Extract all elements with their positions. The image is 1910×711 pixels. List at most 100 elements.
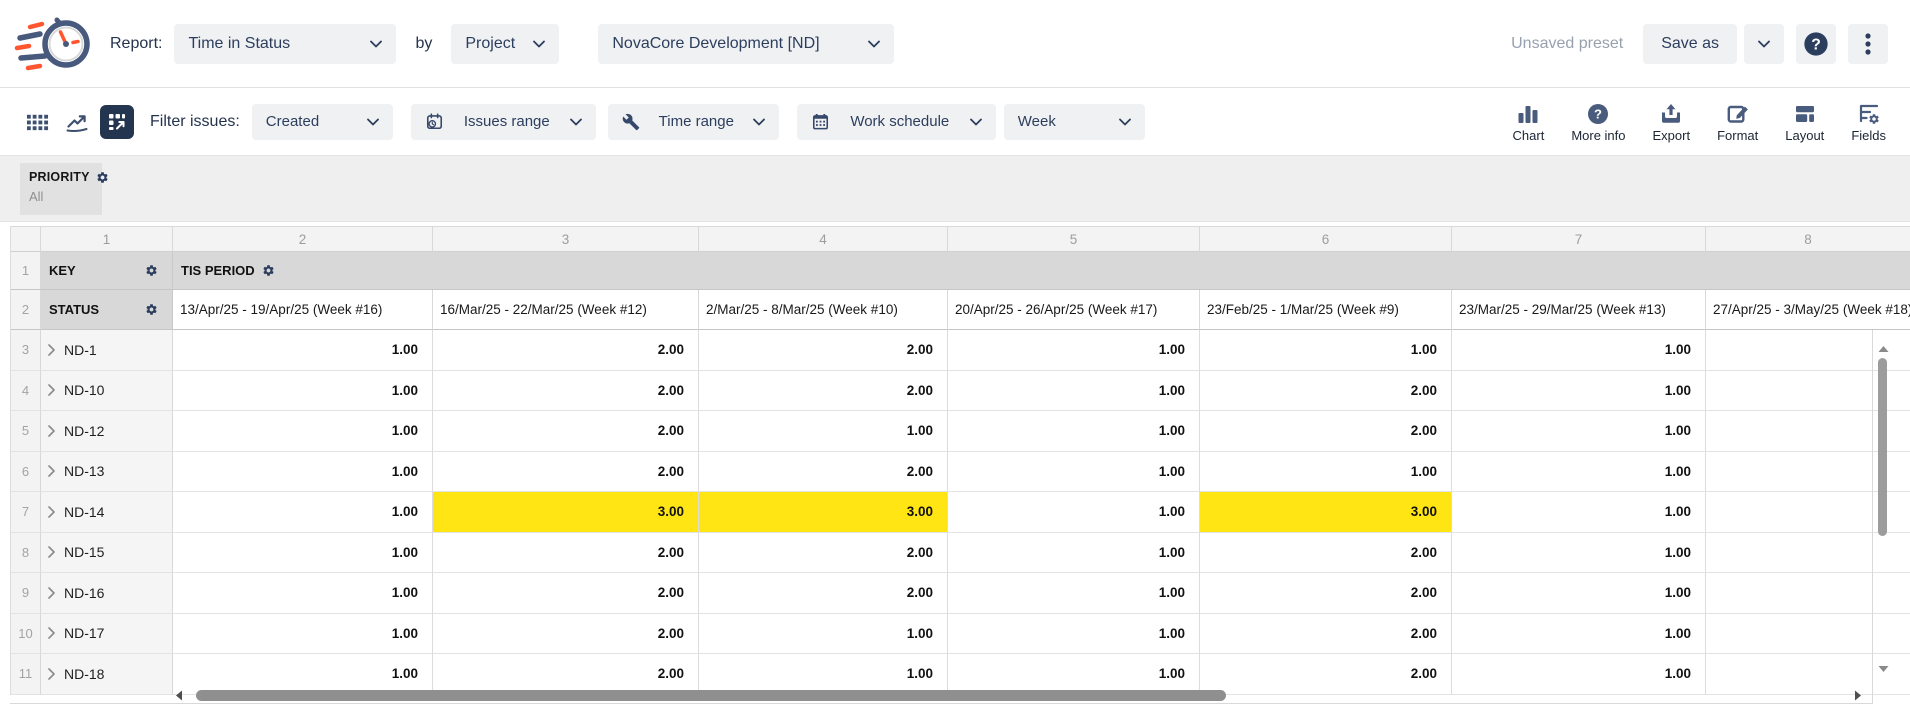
action-format[interactable]: Format (1717, 101, 1758, 143)
value-cell[interactable]: 2.00 (1200, 371, 1452, 412)
time-range-button[interactable]: Time range (608, 104, 779, 140)
value-cell[interactable]: 1.00 (1452, 330, 1706, 371)
value-cell[interactable]: 1.00 (1452, 573, 1706, 614)
issue-key-cell[interactable]: ND-12 (41, 411, 173, 452)
value-cell[interactable]: 2.00 (699, 573, 948, 614)
value-cell[interactable]: 1.00 (948, 411, 1200, 452)
horizontal-scrollbar-thumb[interactable] (196, 690, 1226, 701)
value-cell[interactable]: 1.00 (1452, 452, 1706, 493)
value-cell[interactable]: 1.00 (173, 411, 433, 452)
gear-icon[interactable] (145, 303, 158, 316)
value-cell[interactable]: 1.00 (948, 533, 1200, 574)
chevron-right-icon[interactable] (48, 546, 55, 558)
action-export[interactable]: Export (1653, 101, 1691, 143)
vertical-scrollbar-thumb[interactable] (1878, 358, 1887, 536)
gear-icon[interactable] (145, 264, 158, 277)
value-cell[interactable]: 3.00 (433, 492, 699, 533)
scroll-left-arrow-icon[interactable] (174, 690, 184, 701)
value-cell[interactable]: 2.00 (433, 330, 699, 371)
value-cell[interactable]: 1.00 (948, 330, 1200, 371)
priority-filter-box[interactable]: PRIORITY All (20, 163, 102, 215)
issue-key-cell[interactable]: ND-15 (41, 533, 173, 574)
issue-key-cell[interactable]: ND-1 (41, 330, 173, 371)
chart-view-button[interactable] (60, 105, 94, 139)
value-cell[interactable]: 2.00 (699, 330, 948, 371)
chevron-right-icon[interactable] (48, 506, 55, 518)
help-button[interactable]: ? (1796, 24, 1836, 64)
value-cell[interactable]: 2.00 (433, 452, 699, 493)
value-cell[interactable]: 1.00 (699, 411, 948, 452)
issue-key-cell[interactable]: ND-13 (41, 452, 173, 493)
value-cell[interactable]: 2.00 (1200, 573, 1452, 614)
period-column-header[interactable]: 23/Feb/25 - 1/Mar/25 (Week #9) (1200, 290, 1452, 330)
value-cell[interactable]: 1.00 (1452, 411, 1706, 452)
value-cell[interactable]: 2.00 (433, 533, 699, 574)
value-cell[interactable]: 1.00 (173, 533, 433, 574)
chevron-right-icon[interactable] (48, 425, 55, 437)
value-cell[interactable]: 2.00 (699, 452, 948, 493)
chevron-right-icon[interactable] (48, 465, 55, 477)
more-menu-button[interactable] (1848, 24, 1888, 64)
period-column-header[interactable]: 23/Mar/25 - 29/Mar/25 (Week #13) (1452, 290, 1706, 330)
value-cell[interactable]: 1.00 (1452, 614, 1706, 655)
value-cell[interactable]: 2.00 (699, 371, 948, 412)
issue-key-cell[interactable]: ND-10 (41, 371, 173, 412)
group-by-select[interactable]: Project (451, 24, 559, 64)
project-select[interactable]: NovaCore Development [ND] (598, 24, 894, 64)
chevron-right-icon[interactable] (48, 627, 55, 639)
period-column-header[interactable]: 13/Apr/25 - 19/Apr/25 (Week #16) (173, 290, 433, 330)
value-cell[interactable]: 1.00 (948, 573, 1200, 614)
status-column-header[interactable]: STATUS (41, 290, 173, 330)
horizontal-scrollbar[interactable] (170, 689, 1872, 702)
chevron-right-icon[interactable] (48, 668, 55, 680)
value-cell[interactable]: 1.00 (1452, 492, 1706, 533)
vertical-scrollbar[interactable] (1876, 344, 1890, 680)
value-cell[interactable]: 1.00 (1452, 533, 1706, 574)
period-column-header[interactable]: 20/Apr/25 - 26/Apr/25 (Week #17) (948, 290, 1200, 330)
scroll-right-arrow-icon[interactable] (1853, 690, 1863, 701)
value-cell[interactable]: 1.00 (173, 371, 433, 412)
value-cell[interactable]: 1.00 (173, 573, 433, 614)
issues-range-button[interactable]: Issues range (411, 104, 596, 140)
value-cell[interactable]: 1.00 (173, 452, 433, 493)
value-cell[interactable]: 1.00 (173, 492, 433, 533)
gear-icon[interactable] (262, 264, 275, 277)
period-column-header[interactable]: 27/Apr/25 - 3/May/25 (Week #18) (1706, 290, 1910, 330)
action-chart[interactable]: Chart (1513, 101, 1545, 143)
value-cell[interactable]: 3.00 (699, 492, 948, 533)
key-column-header[interactable]: KEY (41, 252, 173, 290)
value-cell[interactable]: 1.00 (699, 614, 948, 655)
tis-period-header[interactable]: TIS PERIOD (173, 252, 1910, 290)
value-cell[interactable]: 1.00 (173, 614, 433, 655)
value-cell[interactable]: 1.00 (948, 371, 1200, 412)
filter-field-select[interactable]: Created (252, 104, 393, 140)
gear-icon[interactable] (96, 171, 109, 184)
value-cell[interactable]: 2.00 (433, 614, 699, 655)
issue-key-cell[interactable]: ND-14 (41, 492, 173, 533)
value-cell[interactable]: 1.00 (173, 330, 433, 371)
value-cell[interactable]: 2.00 (1200, 614, 1452, 655)
value-cell[interactable]: 2.00 (433, 411, 699, 452)
period-column-header[interactable]: 16/Mar/25 - 22/Mar/25 (Week #12) (433, 290, 699, 330)
save-as-button[interactable]: Save as (1643, 24, 1737, 64)
value-cell[interactable]: 2.00 (1200, 533, 1452, 574)
issue-key-cell[interactable]: ND-17 (41, 614, 173, 655)
value-cell[interactable]: 2.00 (433, 573, 699, 614)
work-schedule-button[interactable]: Work schedule (797, 104, 996, 140)
grid-view-button[interactable] (20, 105, 54, 139)
scroll-up-arrow-icon[interactable] (1878, 344, 1889, 354)
issue-key-cell[interactable]: ND-18 (41, 654, 173, 695)
chevron-right-icon[interactable] (48, 384, 55, 396)
value-cell[interactable]: 3.00 (1200, 492, 1452, 533)
pivot-view-button[interactable] (100, 105, 134, 139)
value-cell[interactable]: 2.00 (1200, 411, 1452, 452)
value-cell[interactable]: 2.00 (699, 533, 948, 574)
chevron-right-icon[interactable] (48, 344, 55, 356)
action-layout[interactable]: Layout (1785, 101, 1824, 143)
issue-key-cell[interactable]: ND-16 (41, 573, 173, 614)
value-cell[interactable]: 1.00 (948, 492, 1200, 533)
value-cell[interactable]: 1.00 (1452, 371, 1706, 412)
value-cell[interactable]: 1.00 (1200, 330, 1452, 371)
report-type-select[interactable]: Time in Status (174, 24, 396, 64)
chevron-right-icon[interactable] (48, 587, 55, 599)
